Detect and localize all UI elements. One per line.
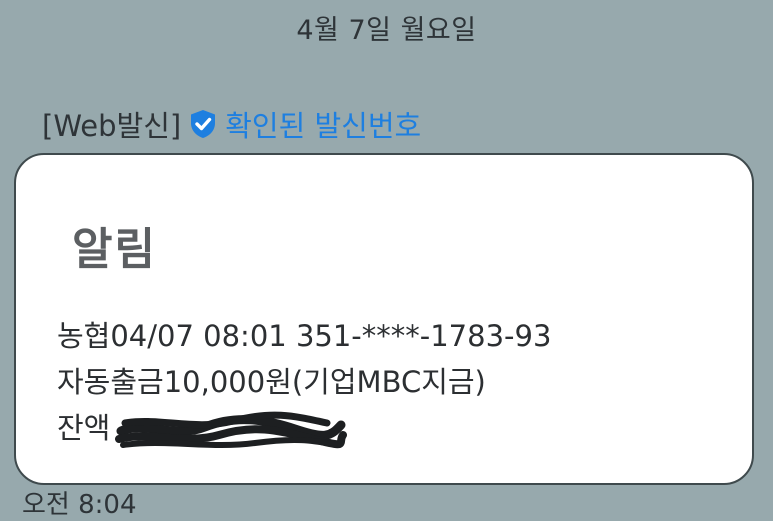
- message-line-account: 농협04/07 08:01 351-****-1783-93: [57, 319, 552, 353]
- sender-row: [Web발신] 확인된 발신번호: [42, 104, 421, 144]
- redaction-scribble: [115, 411, 347, 449]
- date-header: 4월 7일 월요일: [296, 15, 477, 46]
- message-line-withdrawal: 자동출금10,000원(기업MBC지금): [57, 365, 486, 399]
- message-bubble[interactable]: 알림 농협04/07 08:01 351-****-1783-93 자동출금10…: [14, 153, 754, 485]
- message-title: 알림: [72, 224, 157, 275]
- sender-prefix: [Web발신]: [42, 109, 182, 143]
- message-time: 오전 8:04: [22, 490, 137, 520]
- verified-shield-icon: [189, 109, 217, 139]
- balance-label: 잔액: [57, 411, 111, 445]
- message-line-balance: 잔액: [57, 405, 551, 451]
- message-body: 농협04/07 08:01 351-****-1783-93 자동출금10,00…: [57, 313, 551, 451]
- verified-sender-label[interactable]: 확인된 발신번호: [225, 103, 421, 145]
